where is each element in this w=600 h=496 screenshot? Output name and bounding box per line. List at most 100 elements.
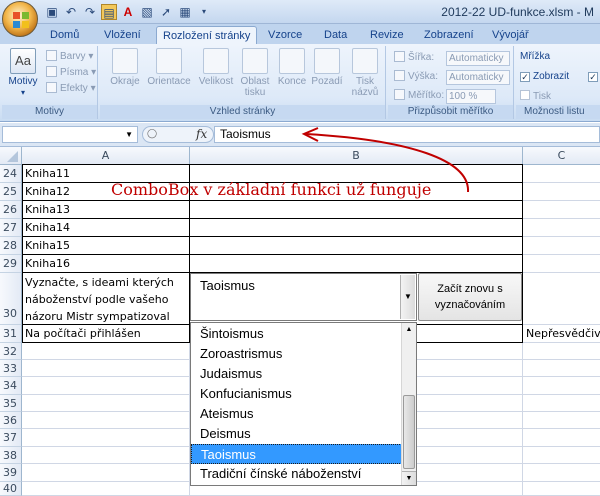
konce-button[interactable]: Konce <box>276 48 308 87</box>
restart-highlighting-button[interactable]: Začít znovu s vyznačováním <box>418 273 522 321</box>
font-color-icon[interactable]: A <box>120 4 136 20</box>
orientace-button[interactable]: Orientace <box>146 48 192 87</box>
name-box-dropdown-icon[interactable]: ▼ <box>125 130 133 139</box>
column-header-b[interactable]: B <box>190 147 523 165</box>
cell-a[interactable]: Na počítači přihlášen <box>22 325 190 343</box>
row-header[interactable]: 28 <box>0 237 22 255</box>
dropdown-option[interactable]: Zoroastrismus <box>191 344 402 364</box>
dropdown-option[interactable]: Tradiční čínské náboženství <box>191 464 402 484</box>
save-icon[interactable]: ▣ <box>44 4 60 20</box>
cell-a[interactable] <box>22 412 190 429</box>
name-box[interactable]: ▼ <box>2 126 138 143</box>
cell-a[interactable]: Kniha15 <box>22 237 190 255</box>
row-header[interactable]: 26 <box>0 201 22 219</box>
tab-rozlozeni-stranky[interactable]: Rozložení stránky <box>156 26 258 44</box>
cell-c[interactable] <box>523 201 600 219</box>
velikost-button[interactable]: Velikost <box>196 48 236 87</box>
cell-c[interactable] <box>523 183 600 201</box>
combobox-dropdown-list[interactable]: Šintoismus Zoroastrismus Judaismus Konfucia… <box>190 322 417 486</box>
motivy-button[interactable]: Aa Motivy ▾ <box>6 48 40 98</box>
qat-dropdown-icon[interactable]: ▾ <box>196 4 212 20</box>
row-header[interactable]: 32 <box>0 343 22 360</box>
dropdown-option[interactable]: Konfucianismus <box>191 384 402 404</box>
office-button[interactable] <box>2 1 38 37</box>
column-header-a[interactable]: A <box>22 147 190 165</box>
row-header[interactable]: 33 <box>0 360 22 377</box>
row-header[interactable]: 30 <box>0 273 22 325</box>
cell-c[interactable] <box>523 377 600 395</box>
insert-image-icon[interactable]: ▧ <box>139 4 155 20</box>
redo-icon[interactable]: ↷ <box>82 4 98 20</box>
row-header[interactable]: 35 <box>0 395 22 412</box>
tab-domu[interactable]: Domů <box>44 26 85 44</box>
row-header[interactable]: 24 <box>0 165 22 183</box>
cell-a[interactable]: Kniha16 <box>22 255 190 273</box>
row-header[interactable]: 37 <box>0 429 22 447</box>
vyska-combo[interactable]: Automaticky <box>446 70 510 85</box>
combobox-dropdown-icon[interactable]: ▼ <box>400 275 415 319</box>
dropdown-option[interactable]: Ateismus <box>191 404 402 424</box>
format-painter-icon[interactable]: ▤ <box>101 4 117 20</box>
cell-c[interactable] <box>523 482 600 496</box>
dropdown-option[interactable]: Deismus <box>191 424 402 444</box>
efekty-button[interactable]: Efekty ▾ <box>46 82 96 96</box>
zobrazit-checkbox[interactable]: ✓ Zobrazit <box>520 70 569 84</box>
row-header[interactable]: 29 <box>0 255 22 273</box>
column-header-c[interactable]: C <box>523 147 600 165</box>
dropdown-option-selected[interactable]: Taoismus <box>191 444 402 464</box>
cell-c[interactable] <box>523 255 600 273</box>
cell-a-line[interactable]: názoru Mistr sympatizoval <box>22 308 190 325</box>
formula-input[interactable]: Taoismus <box>214 126 600 143</box>
row-header[interactable]: 38 <box>0 447 22 464</box>
scroll-up-icon[interactable]: ▲ <box>402 323 416 337</box>
row-header[interactable]: 40 <box>0 482 22 496</box>
cell-c[interactable] <box>523 447 600 464</box>
cell-a-line[interactable]: Vyznačte, s ideami kterých <box>22 274 190 291</box>
tisk-checkbox[interactable]: Tisk <box>520 90 551 104</box>
select-all-corner[interactable] <box>0 147 22 165</box>
cell-a-line[interactable]: náboženství podle vašeho <box>22 291 190 308</box>
pointer-icon[interactable]: ➚ <box>158 4 174 20</box>
row-header[interactable]: 39 <box>0 464 22 482</box>
tab-zobrazeni[interactable]: Zobrazení <box>418 26 480 44</box>
tab-vlozeni[interactable]: Vložení <box>98 26 147 44</box>
row-header[interactable]: 25 <box>0 183 22 201</box>
cell-a[interactable] <box>22 377 190 395</box>
cell-a[interactable] <box>22 482 190 496</box>
cell-c[interactable] <box>523 412 600 429</box>
cell-a[interactable]: Kniha14 <box>22 219 190 237</box>
cell-a[interactable]: Kniha13 <box>22 201 190 219</box>
oblast-tisku-button[interactable]: Oblast tisku <box>238 48 272 98</box>
cell-a[interactable] <box>22 429 190 447</box>
cell-c[interactable] <box>523 343 600 360</box>
cell-c[interactable] <box>523 219 600 237</box>
meritko-spinner[interactable]: 100 % <box>446 89 496 104</box>
pisma-button[interactable]: Písma ▾ <box>46 66 96 80</box>
cell-a[interactable] <box>22 395 190 412</box>
scroll-thumb[interactable] <box>403 395 415 469</box>
row-header[interactable]: 27 <box>0 219 22 237</box>
cell-c[interactable] <box>523 273 600 325</box>
okraje-button[interactable]: Okraje <box>108 48 142 87</box>
cancel-icon[interactable]: ◯ <box>147 128 157 139</box>
tisk-nazvu-button[interactable]: Tisk názvů <box>348 48 382 98</box>
cell-c[interactable] <box>523 360 600 377</box>
tab-vzorce[interactable]: Vzorce <box>262 26 308 44</box>
dropdown-option[interactable]: Šintoismus <box>191 324 402 344</box>
row-header[interactable]: 34 <box>0 377 22 395</box>
pozadi-button[interactable]: Pozadí <box>310 48 344 87</box>
scroll-down-icon[interactable]: ▼ <box>402 471 416 485</box>
cell-c[interactable] <box>523 237 600 255</box>
cell-c[interactable] <box>523 395 600 412</box>
combobox[interactable]: Taoismus ▼ <box>190 273 417 321</box>
sirka-combo[interactable]: Automaticky <box>446 51 510 66</box>
insert-function-button[interactable]: fx <box>196 127 207 141</box>
undo-icon[interactable]: ↶ <box>63 4 79 20</box>
cell-c[interactable]: Nepřesvědčiv <box>523 325 600 343</box>
form-icon[interactable]: ▦ <box>177 4 193 20</box>
nadpisy-zobrazit-checkbox[interactable]: ✓ <box>588 70 600 84</box>
cell-a[interactable] <box>22 343 190 360</box>
cell-c[interactable] <box>523 464 600 482</box>
cell-a[interactable] <box>22 464 190 482</box>
scrollbar[interactable]: ▲ ▼ <box>401 323 416 485</box>
